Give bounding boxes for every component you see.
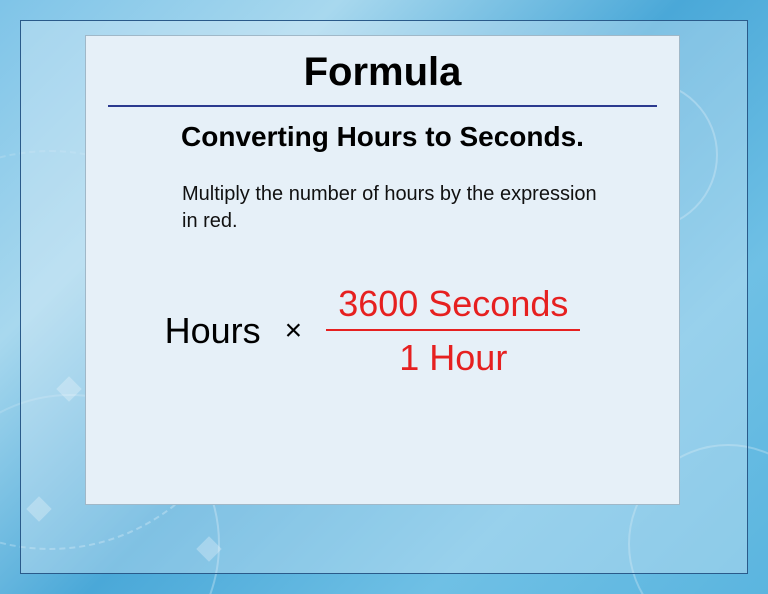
- fraction-denominator: 1 Hour: [387, 331, 519, 379]
- formula: Hours × 3600 Seconds 1 Hour: [86, 283, 679, 379]
- formula-operator: ×: [281, 314, 307, 348]
- instruction-text: Multiply the number of hours by the expr…: [182, 181, 599, 235]
- title-underline: [108, 105, 657, 107]
- formula-left-term: Hours: [165, 310, 261, 352]
- page-title: Formula: [86, 36, 679, 105]
- formula-fraction: 3600 Seconds 1 Hour: [326, 283, 580, 379]
- subtitle: Converting Hours to Seconds.: [86, 121, 679, 153]
- content-panel: Formula Converting Hours to Seconds. Mul…: [85, 35, 680, 505]
- fraction-numerator: 3600 Seconds: [326, 283, 580, 329]
